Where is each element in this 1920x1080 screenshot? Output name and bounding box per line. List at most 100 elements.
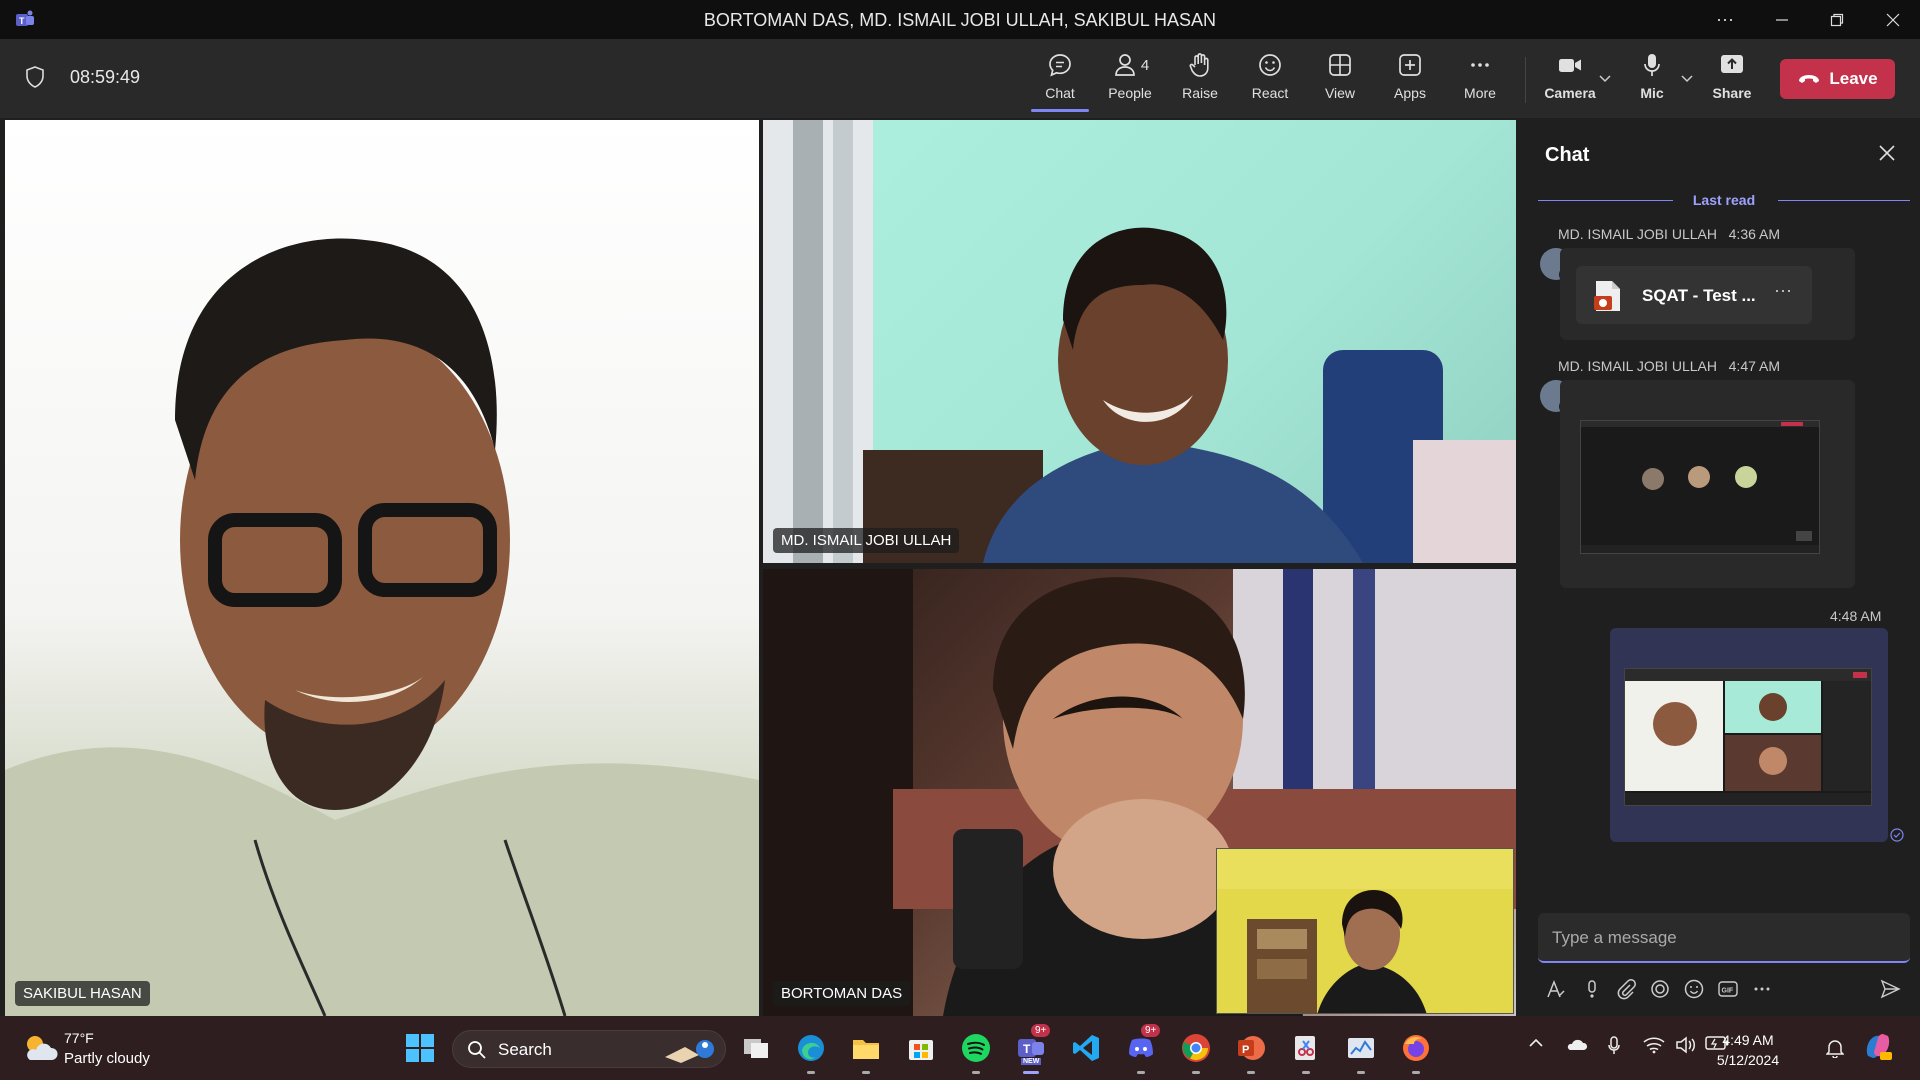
tray-microphone-icon[interactable]	[1607, 1036, 1621, 1061]
svg-text:P: P	[1242, 1044, 1249, 1056]
taskbar-firefox[interactable]	[1398, 1030, 1434, 1074]
taskbar-search-box[interactable]: Search	[452, 1030, 726, 1068]
mic-button[interactable]: Mic	[1620, 51, 1684, 107]
apps-label: Apps	[1394, 85, 1426, 101]
onedrive-icon[interactable]	[1565, 1036, 1588, 1057]
important-icon[interactable]	[1580, 978, 1604, 1002]
people-count: 4	[1140, 56, 1150, 74]
copilot-icon[interactable]	[1862, 1030, 1894, 1067]
camera-button[interactable]: Camera	[1538, 51, 1602, 107]
camera-icon	[1559, 59, 1581, 72]
snipping-tool-icon	[1295, 1036, 1315, 1060]
taskbar-teams[interactable]: T 9+ NEW	[1013, 1024, 1051, 1074]
message-compose-box[interactable]: Type a message	[1538, 913, 1910, 963]
share-button[interactable]: Share	[1700, 51, 1764, 107]
screenshot-thumbnail	[1581, 421, 1819, 553]
raise-hand-button[interactable]: Raise	[1168, 51, 1232, 107]
screenshot-image[interactable]	[1624, 668, 1872, 806]
vscode-icon	[1073, 1035, 1099, 1061]
taskbar-snipping-tool[interactable]	[1288, 1030, 1324, 1074]
weather-description[interactable]: Partly cloudy	[64, 1050, 150, 1067]
raise-hand-icon	[1189, 53, 1209, 77]
minimize-button[interactable]	[1755, 0, 1809, 39]
powerpoint-icon: P	[1238, 1036, 1265, 1060]
taskbar-task-view[interactable]	[738, 1030, 774, 1066]
attach-icon[interactable]	[1614, 978, 1638, 1002]
close-window-button[interactable]	[1866, 0, 1920, 39]
mic-label: Mic	[1640, 85, 1664, 101]
task-view-icon	[744, 1039, 768, 1058]
start-button[interactable]	[402, 1030, 438, 1066]
teams-notification-badge: 9+	[1031, 1024, 1051, 1037]
file-attachment-card[interactable]: SQAT - Test ... ···	[1576, 266, 1812, 324]
store-icon	[909, 1040, 933, 1060]
wifi-icon[interactable]	[1643, 1036, 1665, 1059]
video-tile-sakibul[interactable]: SAKIBUL HASAN	[5, 120, 759, 1016]
message-seen-check-icon	[1890, 828, 1904, 842]
chat-panel-title: Chat	[1545, 144, 1590, 166]
powerpoint-file-icon	[1594, 281, 1620, 311]
file-more-options-icon[interactable]: ···	[1774, 280, 1792, 301]
more-options-icon[interactable]	[1750, 978, 1774, 1002]
taskbar-file-explorer[interactable]	[848, 1030, 884, 1074]
svg-text:T: T	[1023, 1042, 1031, 1056]
taskbar-spotify[interactable]	[958, 1030, 994, 1074]
people-button[interactable]: 4 People	[1098, 51, 1162, 107]
weather-temperature[interactable]: 77°F	[64, 1030, 94, 1046]
compose-toolbar: GIF	[1538, 976, 1910, 1006]
gif-icon[interactable]: GIF	[1716, 978, 1740, 1002]
restore-button[interactable]	[1810, 0, 1864, 39]
emoji-icon[interactable]	[1682, 978, 1706, 1002]
toolbar-divider	[1525, 57, 1526, 103]
spotify-icon	[962, 1034, 990, 1062]
chat-button[interactable]: Chat	[1028, 51, 1092, 112]
smiley-icon	[1259, 54, 1281, 76]
search-icon	[468, 1041, 486, 1059]
video-tile-ismail[interactable]: MD. ISMAIL JOBI ULLAH	[763, 120, 1516, 563]
more-options-button[interactable]: ···	[1698, 0, 1752, 39]
volume-icon[interactable]	[1675, 1036, 1697, 1059]
share-label: Share	[1712, 85, 1752, 101]
self-view-tile[interactable]	[1216, 848, 1514, 1014]
meeting-toolbar: 08:59:49 Chat 4 People Raise React View …	[0, 39, 1920, 118]
taskbar-edge[interactable]	[793, 1030, 829, 1074]
more-icon	[1471, 63, 1489, 67]
screenshot-thumbnail	[1625, 669, 1871, 805]
meeting-timer: 08:59:49	[70, 67, 141, 87]
show-hidden-icons-chevron-icon[interactable]	[1528, 1036, 1544, 1054]
loop-icon[interactable]	[1648, 978, 1672, 1002]
leave-button[interactable]: Leave	[1780, 59, 1895, 99]
apps-button[interactable]: Apps	[1378, 51, 1442, 107]
react-button[interactable]: React	[1238, 51, 1302, 107]
taskbar-discord[interactable]: 9+	[1123, 1024, 1161, 1074]
people-label: People	[1108, 85, 1152, 101]
svg-text:GIF: GIF	[1722, 988, 1734, 995]
taskbar-chrome[interactable]	[1178, 1030, 1214, 1074]
message-meta: MD. ISMAIL JOBI ULLAH 4:36 AM	[1558, 226, 1780, 242]
own-message-bubble	[1610, 628, 1888, 842]
participant-video-feed	[5, 238, 759, 1016]
more-button[interactable]: More	[1448, 51, 1512, 107]
camera-options-chevron-icon[interactable]	[1598, 71, 1612, 87]
format-icon[interactable]	[1544, 978, 1568, 1002]
discord-notification-badge: 9+	[1141, 1024, 1161, 1037]
taskbar-microsoft-store[interactable]	[903, 1030, 939, 1066]
microphone-icon	[1644, 54, 1660, 76]
screenshot-image[interactable]	[1580, 420, 1820, 554]
raise-label: Raise	[1182, 85, 1218, 101]
leave-label: Leave	[1829, 69, 1878, 88]
send-icon[interactable]	[1878, 978, 1902, 1002]
participant-name-label: MD. ISMAIL JOBI ULLAH	[773, 528, 960, 553]
close-icon[interactable]	[1876, 142, 1898, 164]
taskbar-task-manager[interactable]	[1343, 1030, 1379, 1074]
partly-cloudy-weather-icon[interactable]	[20, 1030, 60, 1066]
view-button[interactable]: View	[1308, 51, 1372, 107]
notification-bell-icon[interactable]	[1825, 1038, 1845, 1063]
taskbar-clock[interactable]: 4:49 AM 5/12/2024	[1708, 1030, 1788, 1070]
message-time: 4:36 AM	[1728, 226, 1781, 242]
taskbar-powerpoint[interactable]: P	[1233, 1030, 1269, 1074]
mic-options-chevron-icon[interactable]	[1680, 71, 1694, 87]
taskbar-vscode[interactable]	[1068, 1030, 1104, 1066]
react-label: React	[1251, 85, 1289, 101]
shield-icon[interactable]	[24, 65, 46, 89]
